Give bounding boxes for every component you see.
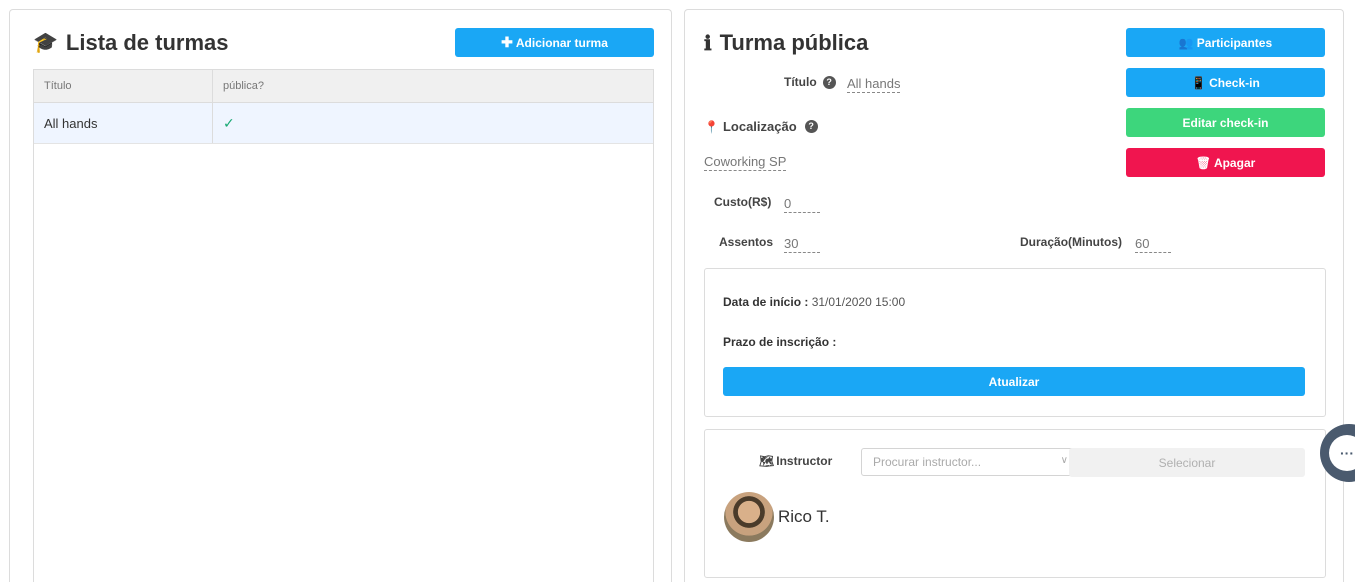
update-label: Atualizar: [988, 374, 1040, 389]
start-date-line: Data de início : 31/01/2020 15:00: [723, 295, 905, 309]
graduation-cap-icon: 🎓: [33, 32, 58, 54]
participants-label: Participantes: [1196, 35, 1273, 50]
delete-button[interactable]: 🗑 Apagar: [1126, 148, 1325, 177]
instructor-search-placeholder: Procurar instructor...: [873, 455, 982, 469]
title-label-text: Título: [784, 75, 817, 89]
info-icon: ℹ: [704, 31, 712, 55]
people-icon: 👥: [1178, 35, 1194, 50]
check-icon: ✓: [223, 114, 235, 131]
class-detail-panel: ℹ Turma pública 👥 Participantes 📱 Check-…: [684, 9, 1344, 582]
column-header-public[interactable]: pública?: [213, 70, 653, 102]
participants-button[interactable]: 👥 Participantes: [1126, 28, 1325, 57]
table-row[interactable]: All hands ✓: [34, 103, 653, 144]
class-list-title: Lista de turmas: [65, 30, 229, 55]
class-list-panel: 🎓 Lista de turmas ✚ Adicionar turma Títu…: [9, 9, 672, 582]
table-header: Título pública?: [34, 70, 653, 103]
title-field-label: Título ?: [784, 75, 836, 89]
cost-label: Custo(R$): [714, 195, 772, 209]
instructor-search-select[interactable]: Procurar instructor... ∨: [861, 448, 1079, 476]
checkin-label: Check-in: [1209, 75, 1260, 90]
location-field-label: 📍 Localização ?: [704, 119, 818, 134]
ellipsis-icon: ···: [1329, 435, 1355, 471]
start-date-label: Data de início :: [723, 295, 809, 309]
add-class-label: Adicionar turma: [515, 35, 608, 50]
location-value[interactable]: Coworking SP: [704, 154, 787, 171]
trash-icon: 🗑: [1195, 155, 1211, 170]
location-label-text: Localização: [722, 119, 797, 134]
seats-value[interactable]: 30: [784, 236, 820, 253]
edit-checkin-label: Editar check-in: [1182, 115, 1269, 130]
pin-icon: 📍: [704, 119, 719, 134]
help-icon[interactable]: ?: [822, 75, 836, 89]
instructor-label: 🗺 Instructor: [759, 454, 832, 468]
select-instructor-button[interactable]: Selecionar: [1069, 448, 1305, 477]
dates-box: Data de início : 31/01/2020 15:00 Prazo …: [704, 268, 1326, 417]
column-header-title[interactable]: Título: [34, 70, 213, 102]
edit-checkin-button[interactable]: Editar check-in: [1126, 108, 1325, 137]
seats-label: Assentos: [719, 235, 774, 249]
instructor-box: 🗺 Instructor Procurar instructor... ∨ Se…: [704, 429, 1326, 578]
add-class-button[interactable]: ✚ Adicionar turma: [455, 28, 654, 57]
map-icon: 🗺: [759, 454, 775, 468]
duration-label: Duração(Minutos): [1020, 235, 1122, 249]
chevron-down-icon: ∨: [1060, 455, 1068, 466]
classes-table: Título pública? All hands ✓: [33, 69, 654, 582]
select-instructor-label: Selecionar: [1158, 455, 1216, 470]
duration-value[interactable]: 60: [1135, 236, 1171, 253]
delete-label: Apagar: [1213, 155, 1256, 170]
update-button[interactable]: Atualizar: [723, 367, 1305, 396]
cost-value[interactable]: 0: [784, 196, 820, 213]
avatar: [724, 492, 774, 542]
class-detail-heading: ℹ Turma pública: [704, 30, 868, 56]
deadline-label: Prazo de inscrição :: [723, 335, 837, 349]
plus-icon: ✚: [501, 34, 513, 50]
checkin-button[interactable]: 📱 Check-in: [1126, 68, 1325, 97]
phone-icon: 📱: [1191, 75, 1207, 90]
instructor-name: Rico T.: [778, 507, 830, 526]
help-icon[interactable]: ?: [804, 120, 818, 133]
class-list-heading: 🎓 Lista de turmas: [33, 30, 229, 56]
title-value[interactable]: All hands: [847, 76, 901, 93]
cell-title: All hands: [34, 103, 213, 143]
class-detail-title: Turma pública: [719, 30, 869, 55]
start-date-value[interactable]: 31/01/2020 15:00: [812, 295, 905, 309]
instructor-label-text: Instructor: [776, 454, 833, 468]
deadline-line: Prazo de inscrição :: [723, 335, 836, 349]
